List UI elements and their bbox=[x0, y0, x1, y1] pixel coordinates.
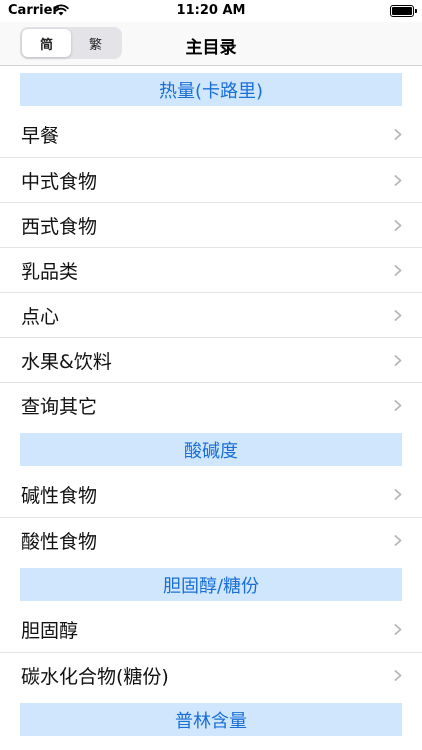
list-item[interactable]: 水果&饮料 bbox=[0, 337, 422, 382]
section-header-label: 胆固醇/糖份 bbox=[20, 568, 402, 601]
section-header-label: 热量(卡路里) bbox=[20, 73, 402, 106]
list-item-label: 西式食物 bbox=[21, 215, 98, 238]
section-header: 普林含量 bbox=[0, 697, 422, 742]
section-header: 热量(卡路里) bbox=[0, 67, 422, 112]
status-bar: Carrier 11:20 AM bbox=[0, 0, 422, 22]
page-title: 主目录 bbox=[185, 38, 237, 58]
chevron-right-icon bbox=[394, 400, 402, 411]
chevron-right-icon bbox=[394, 670, 402, 681]
list-item-label: 乳品类 bbox=[21, 260, 79, 283]
list-item-label: 点心 bbox=[21, 305, 60, 328]
list-item-label: 水果&饮料 bbox=[21, 350, 112, 373]
chevron-right-icon bbox=[394, 489, 402, 500]
list-item[interactable]: 点心 bbox=[0, 292, 422, 337]
list-item-label: 胆固醇 bbox=[21, 620, 79, 642]
section-header-label: 普林含量 bbox=[20, 703, 402, 736]
chevron-right-icon bbox=[394, 129, 402, 140]
chevron-right-icon bbox=[394, 175, 402, 186]
list-item[interactable]: 碱性食物 bbox=[0, 472, 422, 517]
section-header: 胆固醇/糖份 bbox=[0, 562, 422, 607]
list-item-label: 酸性食物 bbox=[21, 530, 98, 553]
chevron-right-icon bbox=[394, 624, 402, 635]
chevron-right-icon bbox=[394, 535, 402, 546]
list-item[interactable]: 查询其它 bbox=[0, 382, 422, 427]
navigation-bar: 简 繁 主目录 bbox=[0, 22, 422, 66]
list-item-label: 早餐 bbox=[21, 125, 60, 147]
status-time: 11:20 AM bbox=[176, 3, 246, 18]
list-item[interactable]: 中式食物 bbox=[0, 157, 422, 202]
list-item[interactable]: 乳品类 bbox=[0, 247, 422, 292]
list-item-label: 查询其它 bbox=[21, 395, 98, 418]
list-item[interactable]: 西式食物 bbox=[0, 202, 422, 247]
list-item-label: 碱性食物 bbox=[21, 485, 98, 507]
list-item[interactable]: 碳水化合物(糖份) bbox=[0, 652, 422, 697]
chevron-right-icon bbox=[394, 355, 402, 366]
list-item[interactable]: 酸性食物 bbox=[0, 517, 422, 562]
chevron-right-icon bbox=[394, 310, 402, 321]
list-item[interactable]: 早餐 bbox=[0, 112, 422, 157]
list-item-label: 碳水化合物(糖份) bbox=[21, 665, 169, 688]
chevron-right-icon bbox=[394, 265, 402, 276]
chevron-right-icon bbox=[394, 220, 402, 231]
list-item[interactable]: 胆固醇 bbox=[0, 607, 422, 652]
battery-icon bbox=[390, 5, 417, 17]
section-header-label: 酸碱度 bbox=[20, 433, 402, 466]
section-header: 酸碱度 bbox=[0, 427, 422, 472]
list-item-label: 中式食物 bbox=[21, 170, 98, 193]
menu-list: 热量(卡路里) 早餐中式食物西式食物乳品类点心水果&饮料查询其它酸碱度碱性食物酸性… bbox=[0, 67, 422, 742]
